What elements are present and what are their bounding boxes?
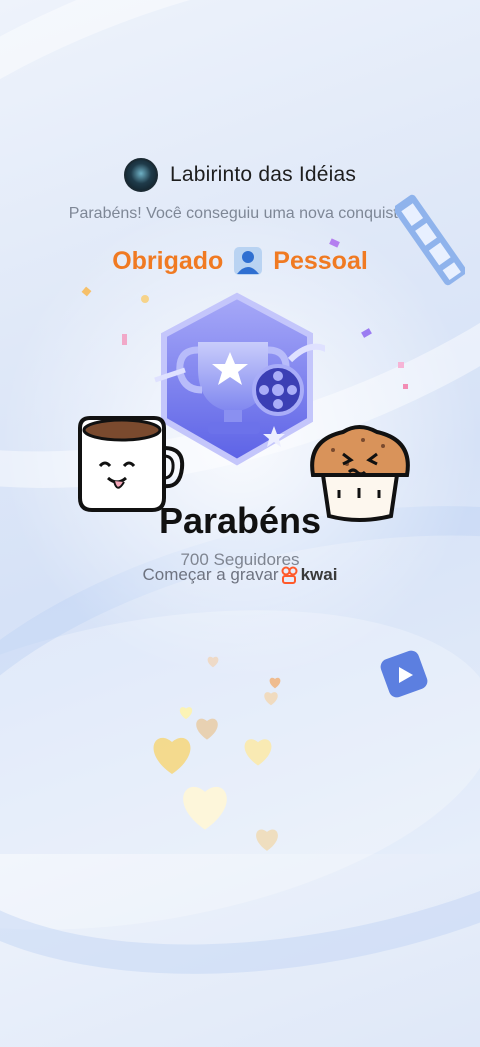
play-tile-icon [380,650,428,698]
confetti-piece [398,362,404,368]
record-row[interactable]: Começar a gravar kwai [0,565,480,585]
record-label: Começar a gravar [142,565,279,584]
channel-logo-icon [123,158,158,192]
heart-icon [179,707,193,720]
kwai-logo-icon [281,566,298,584]
confetti-piece [141,295,149,303]
heart-icon [207,656,219,668]
heart-icon [153,737,191,774]
confetti-piece [403,384,408,389]
channel-header: Labirinto das Idéias [0,158,480,192]
heart-icon [269,677,281,689]
heart-icon [244,739,272,766]
heart-icon [256,829,278,851]
thanks-left-word: Obrigado [112,246,224,275]
channel-name: Labirinto das Idéias [169,163,357,186]
heart-icon [264,692,278,706]
heart-icon [183,786,227,830]
confetti-piece [122,334,127,345]
kwai-brand-text: kwai [300,565,338,584]
person-icon [234,247,263,275]
congrats-title: Parabéns [158,500,322,541]
film-strip-icon [395,194,465,286]
heart-icon [196,718,218,740]
thanks-right-word: Pessoal [273,246,368,275]
